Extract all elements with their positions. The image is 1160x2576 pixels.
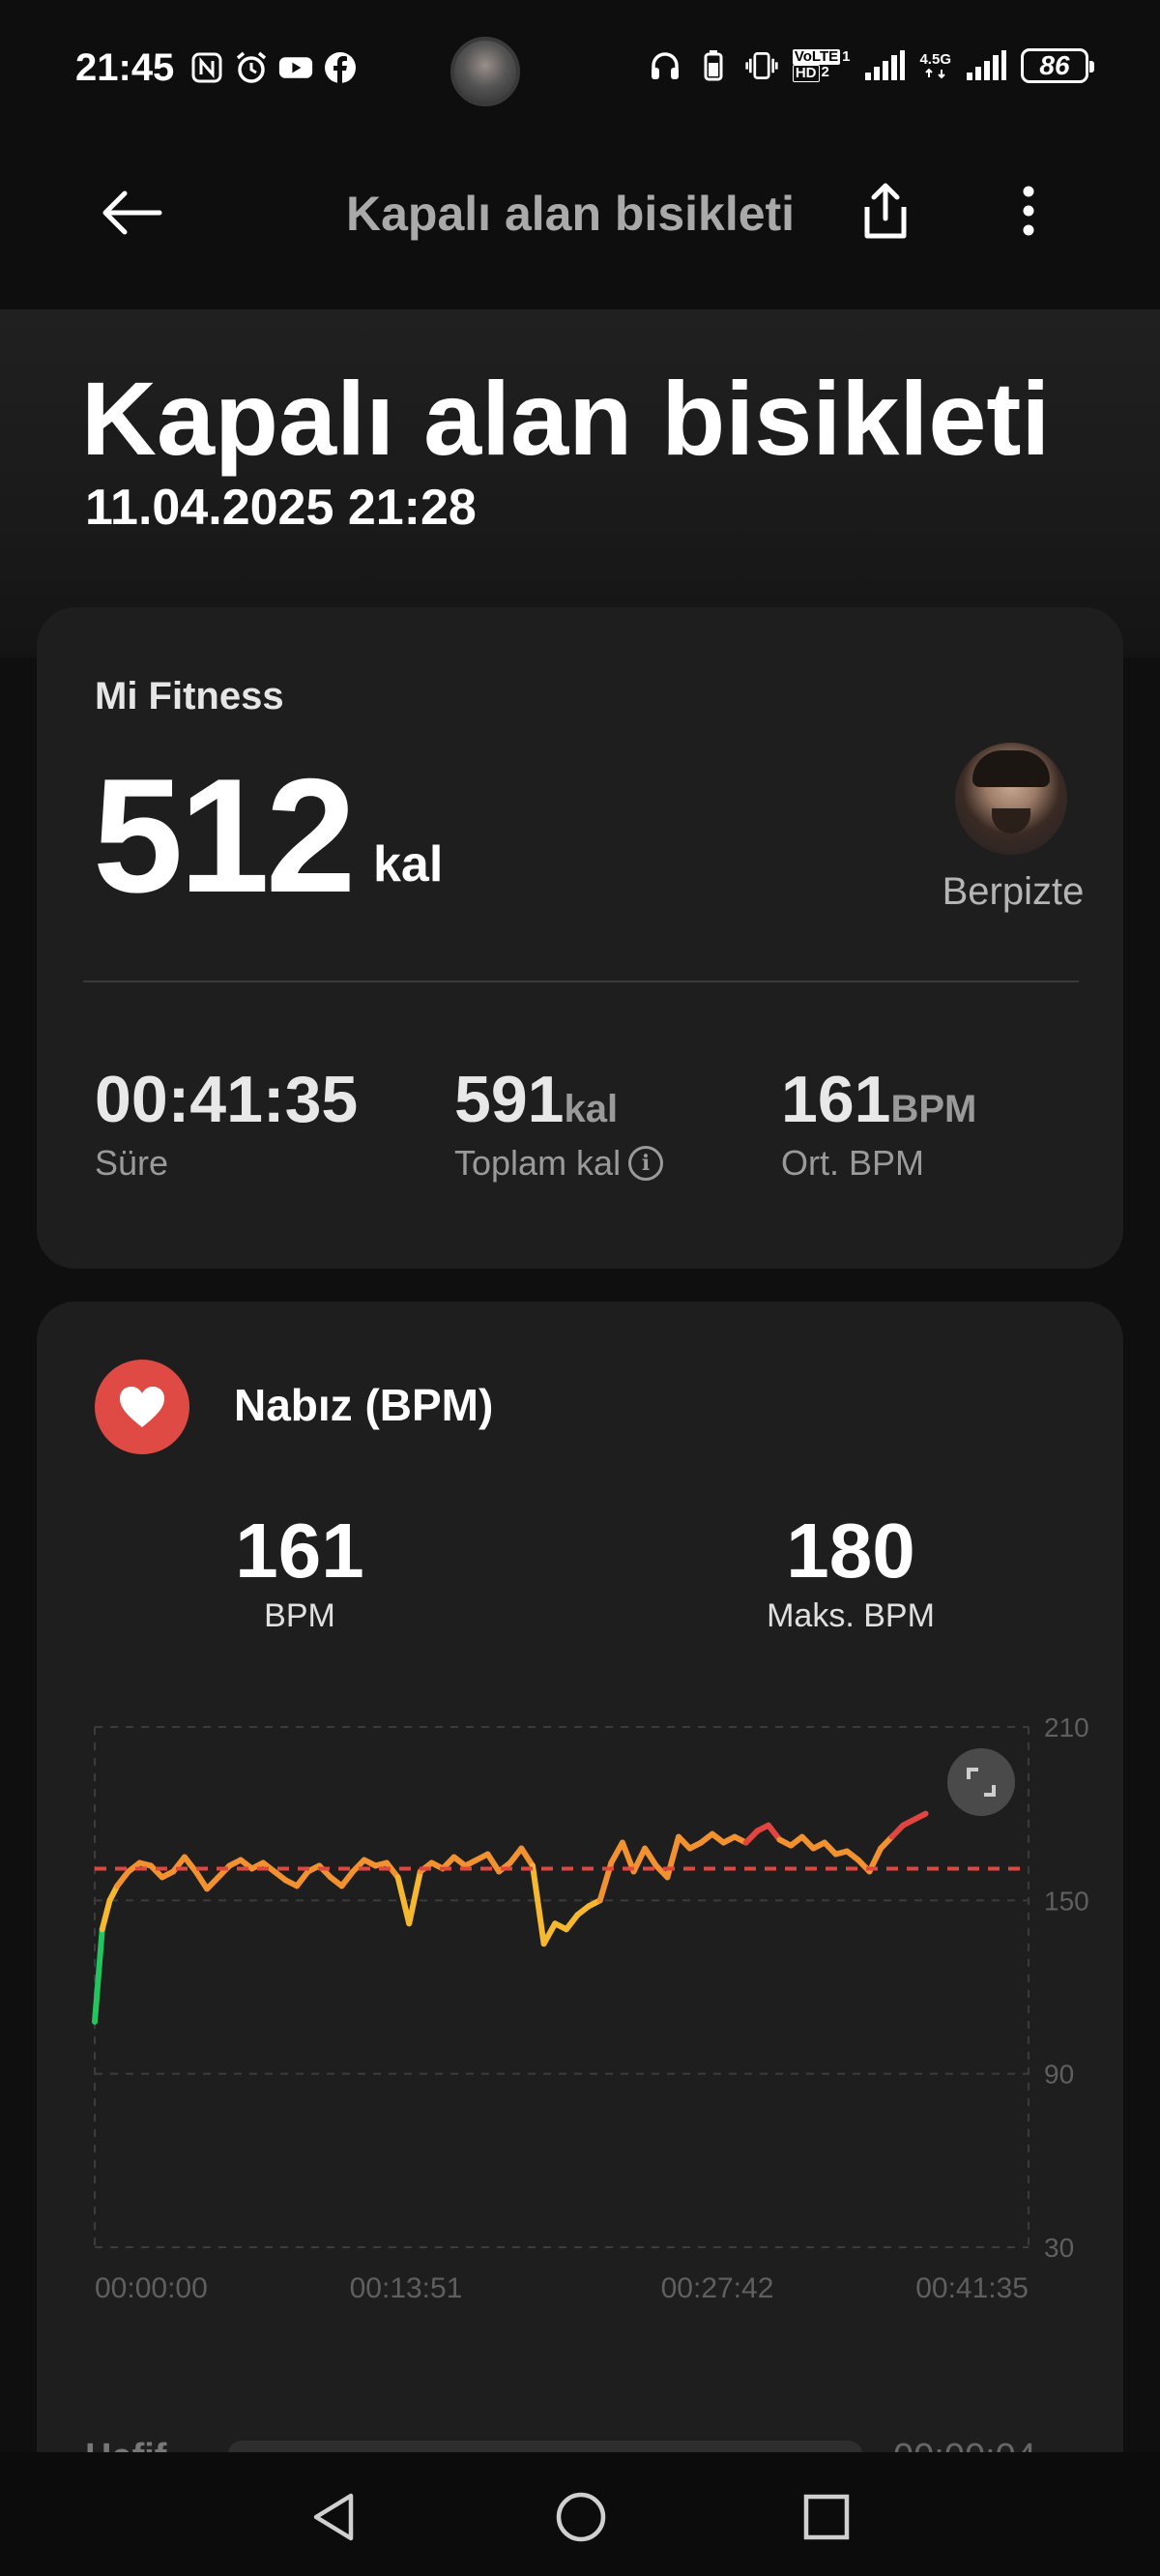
nav-recents-button[interactable] <box>783 2474 870 2561</box>
arrow-left-icon <box>102 190 162 235</box>
chart-series-segment <box>406 1868 423 1927</box>
app-bar-title: Kapalı alan bisikleti <box>346 187 796 241</box>
avatar[interactable] <box>955 743 1067 855</box>
chart-series-segment <box>92 1926 105 2025</box>
workout-title: Kapalı alan bisikleti <box>81 360 1051 477</box>
battery-level: 86 <box>1039 50 1070 80</box>
more-vertical-icon <box>1023 186 1034 236</box>
hr-average-label: BPM <box>264 1597 335 1634</box>
source-label: Mi Fitness <box>95 675 284 717</box>
divider <box>83 981 1079 982</box>
vibrate-icon <box>744 48 779 83</box>
calories-value: 512 <box>93 745 356 926</box>
stat-duration-label: Süre <box>95 1143 169 1183</box>
share-button[interactable] <box>851 172 920 249</box>
stat-total-calories: 591kal Toplam kal i <box>454 1062 664 1184</box>
chart-series-segment <box>529 1862 547 1947</box>
chart-series-segment <box>664 1833 682 1881</box>
share-icon <box>864 183 907 239</box>
hd-label: HD <box>792 65 820 82</box>
nav-back-button[interactable] <box>290 2474 377 2561</box>
triangle-back-icon <box>313 2493 354 2541</box>
user-name: Berpizte <box>942 870 1085 913</box>
network-type-label: 4.5G <box>919 51 951 68</box>
chart-y-tick-label: 30 <box>1044 2233 1074 2263</box>
volte-label: VoLTE <box>792 48 841 65</box>
nfc-icon <box>189 50 224 85</box>
chart-y-tick-label: 150 <box>1044 1886 1089 1916</box>
workout-datetime: 11.04.2025 21:28 <box>85 480 477 536</box>
chart-series-segment <box>518 1845 536 1869</box>
youtube-icon <box>278 50 313 85</box>
chart-series-segment <box>540 1920 559 1947</box>
chart-y-tick-label: 210 <box>1044 1712 1089 1742</box>
stat-avg-bpm-unit: BPM <box>890 1088 977 1130</box>
stat-duration: 00:41:35 Süre <box>95 1062 358 1184</box>
expand-chart-button[interactable] <box>947 1748 1015 1816</box>
stat-total-calories-unit: kal <box>564 1088 619 1130</box>
summary-card: Mi Fitness 512 kal Berpizte 00:41:35 Sür… <box>37 607 1123 1269</box>
chart-series-segment <box>99 1897 113 1933</box>
network-type-indicator: 4.5G <box>919 52 951 79</box>
system-nav-bar <box>0 2452 1160 2576</box>
volte-hd-indicator: VoLTE 1 HD 2 <box>792 48 851 82</box>
chart-y-tick-label: 90 <box>1044 2060 1074 2090</box>
chart-x-tick-label: 00:27:42 <box>661 2272 774 2304</box>
stat-duration-value: 00:41:35 <box>95 1063 359 1136</box>
info-icon[interactable]: i <box>628 1146 664 1181</box>
facebook-icon <box>323 50 358 85</box>
status-right-icons: VoLTE 1 HD 2 4.5G 86 <box>648 48 1094 83</box>
hr-average: 161 BPM <box>155 1507 445 1635</box>
status-bar: 21:45 VoLTE 1 HD 2 4.5G 86 <box>0 0 1160 145</box>
stat-avg-bpm-label: Ort. BPM <box>781 1143 925 1183</box>
chart-series-segment <box>642 1845 659 1869</box>
app-bar: Kapalı alan bisikleti <box>0 145 1160 309</box>
signal-sim1-icon <box>863 48 906 83</box>
heart-icon <box>120 1387 164 1427</box>
signal-sim2-icon <box>965 48 1007 83</box>
chart-series-segment <box>192 1868 211 1892</box>
stat-avg-bpm: 161BPM Ort. BPM <box>781 1062 976 1184</box>
square-recents-icon <box>803 2494 850 2540</box>
heart-rate-card: Nabız (BPM) 161 BPM 180 Maks. BPM 210 150… <box>37 1302 1123 2576</box>
chart-x-tick-label: 00:13:51 <box>350 2272 463 2304</box>
status-left-icons <box>189 50 358 85</box>
workout-header: Kapalı alan bisikleti 11.04.2025 21:28 <box>0 309 1160 658</box>
hr-max: 180 Maks. BPM <box>706 1507 996 1635</box>
hr-max-label: Maks. BPM <box>767 1597 935 1634</box>
headphones-icon <box>648 48 682 83</box>
back-button[interactable] <box>93 174 170 251</box>
battery-indicator: 86 <box>1021 48 1094 83</box>
alarm-icon <box>234 50 269 85</box>
hr-max-value: 180 <box>786 1508 915 1594</box>
status-time: 21:45 <box>75 46 175 89</box>
chart-x-tick-label: 00:00:00 <box>95 2272 208 2304</box>
watch-battery-icon <box>696 48 731 83</box>
heart-rate-title: Nabız (BPM) <box>234 1380 494 1430</box>
more-options-button[interactable] <box>994 172 1063 249</box>
heart-rate-chart[interactable]: 210 150 90 30 00:00:00 00:13:51 00:27:42 00:41:… <box>37 1708 1123 2307</box>
notification-avatar-icon <box>450 37 520 106</box>
calories-unit: kal <box>373 836 444 893</box>
stat-avg-bpm-value: 161 <box>781 1063 891 1136</box>
chart-series-segment <box>911 1810 929 1823</box>
expand-icon <box>967 1768 996 1797</box>
hr-average-value: 161 <box>235 1508 364 1594</box>
stat-total-calories-label: Toplam kal <box>454 1143 622 1183</box>
chart-x-tick-label: 00:41:35 <box>915 2272 1029 2304</box>
stat-total-calories-value: 591 <box>454 1063 565 1136</box>
heart-badge <box>95 1360 189 1454</box>
nav-home-button[interactable] <box>537 2474 624 2561</box>
circle-home-icon <box>556 2492 606 2542</box>
